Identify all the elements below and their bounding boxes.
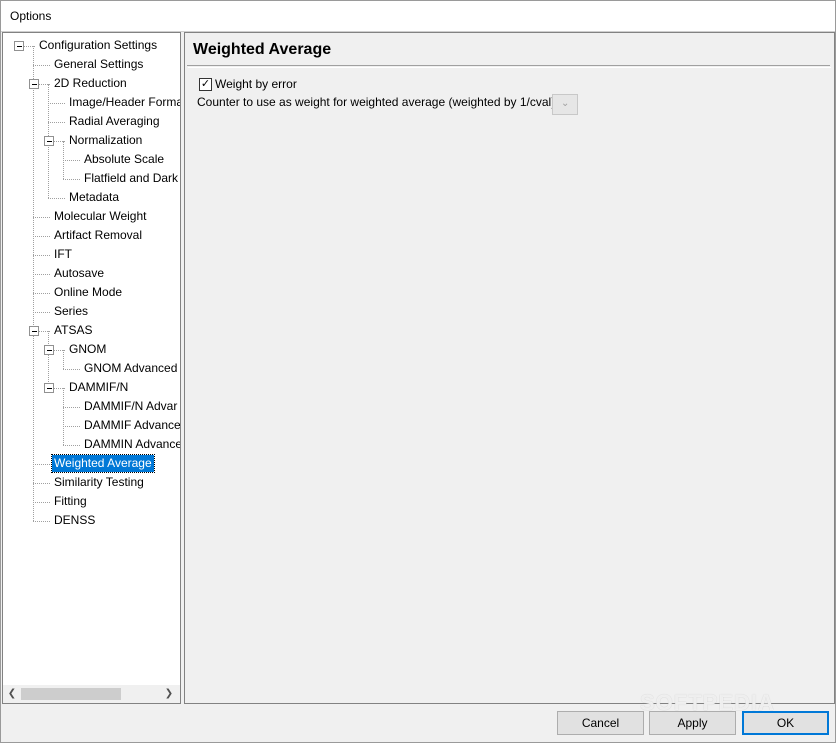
tree-item[interactable]: DAMMIF/N Advar xyxy=(82,398,179,415)
tree-connector-line xyxy=(63,445,80,446)
tree-connector-line xyxy=(63,160,80,161)
tree-item[interactable]: Image/Header Forma xyxy=(67,94,180,111)
chevron-down-icon: ⌄ xyxy=(561,98,570,109)
tree-item[interactable]: DAMMIF Advance xyxy=(82,417,180,434)
tree-connector-line xyxy=(48,198,65,199)
tree-connector-line xyxy=(63,407,80,408)
weight-by-error-label[interactable]: Weight by error xyxy=(215,77,297,91)
tree-item[interactable]: General Settings xyxy=(52,56,145,73)
scrollbar-thumb[interactable] xyxy=(21,688,121,700)
tree-connector-line xyxy=(48,122,65,123)
tree-connector-line xyxy=(33,312,50,313)
tree-item[interactable]: Weighted Average xyxy=(51,454,155,473)
tree-item[interactable]: Similarity Testing xyxy=(52,474,146,491)
weight-by-error-checkbox[interactable]: ✓ xyxy=(199,78,212,91)
tree-connector-line xyxy=(33,217,50,218)
tree-item[interactable]: DAMMIF/N xyxy=(67,379,130,396)
tree-item[interactable]: 2D Reduction xyxy=(52,75,129,92)
tree-item[interactable]: Online Mode xyxy=(52,284,124,301)
panel-divider xyxy=(187,65,830,66)
tree-item[interactable]: Normalization xyxy=(67,132,144,149)
tree-item[interactable]: Series xyxy=(52,303,90,320)
tree-connector-line xyxy=(63,388,64,445)
collapse-toggle-icon[interactable] xyxy=(44,383,54,393)
tree-item[interactable]: DAMMIN Advance xyxy=(82,436,180,453)
tree-connector-line xyxy=(63,426,80,427)
counter-select[interactable]: ⌄ xyxy=(552,94,578,115)
collapse-toggle-icon[interactable] xyxy=(44,136,54,146)
collapse-toggle-icon[interactable] xyxy=(44,345,54,355)
tree-connector-line xyxy=(48,103,65,104)
tree-item[interactable]: Radial Averaging xyxy=(67,113,162,130)
tree-item[interactable]: Absolute Scale xyxy=(82,151,166,168)
tree-connector-line xyxy=(33,274,50,275)
softpedia-watermark: SOFTPEDIA xyxy=(640,690,775,715)
tree-connector-line xyxy=(48,331,49,388)
tree-connector-line xyxy=(63,369,80,370)
tree-item[interactable]: Autosave xyxy=(52,265,106,282)
tree-item[interactable]: GNOM xyxy=(67,341,108,358)
tree-item[interactable]: ATSAS xyxy=(52,322,94,339)
collapse-toggle-icon[interactable] xyxy=(29,326,39,336)
tree-connector-line xyxy=(33,502,50,503)
counter-label: Counter to use as weight for weighted av… xyxy=(197,95,556,109)
tree-connector-line xyxy=(33,483,50,484)
chevron-right-icon[interactable]: ❯ xyxy=(162,687,176,701)
tree-horizontal-scrollbar[interactable]: ❮ ❯ xyxy=(3,685,180,703)
panel-title: Weighted Average xyxy=(193,41,332,58)
tree-connector-line xyxy=(33,464,50,465)
tree-connector-line xyxy=(63,179,80,180)
title-bar: Options xyxy=(0,0,836,32)
window-title: Options xyxy=(10,9,52,23)
chevron-left-icon[interactable]: ❮ xyxy=(5,687,19,701)
collapse-toggle-icon[interactable] xyxy=(14,41,24,51)
tree-item[interactable]: Metadata xyxy=(67,189,121,206)
tree-connector-line xyxy=(33,236,50,237)
cancel-button[interactable]: Cancel xyxy=(557,711,644,735)
tree-item[interactable]: Flatfield and Dark xyxy=(82,170,180,187)
tree-item[interactable]: IFT xyxy=(52,246,74,263)
settings-panel: Weighted Average ✓ Weight by error Count… xyxy=(184,32,835,704)
tree-connector-line xyxy=(33,255,50,256)
tree-item[interactable]: Artifact Removal xyxy=(52,227,144,244)
collapse-toggle-icon[interactable] xyxy=(29,79,39,89)
tree-connector-line xyxy=(33,293,50,294)
tree-item[interactable]: Fitting xyxy=(52,493,89,510)
tree-connector-line xyxy=(33,521,50,522)
tree-item[interactable]: GNOM Advanced xyxy=(82,360,179,377)
settings-tree-pane: Configuration Settings General Settings 2D… xyxy=(2,32,181,704)
tree-connector-line xyxy=(33,65,50,66)
panel-content xyxy=(188,67,831,700)
tree-item[interactable]: Molecular Weight xyxy=(52,208,148,225)
tree-item[interactable]: Configuration Settings xyxy=(37,37,159,54)
tree-connector-line xyxy=(63,350,64,369)
tree-item[interactable]: DENSS xyxy=(52,512,97,529)
settings-tree: Configuration Settings General Settings 2D… xyxy=(3,33,180,683)
tree-connector-line xyxy=(33,46,34,521)
